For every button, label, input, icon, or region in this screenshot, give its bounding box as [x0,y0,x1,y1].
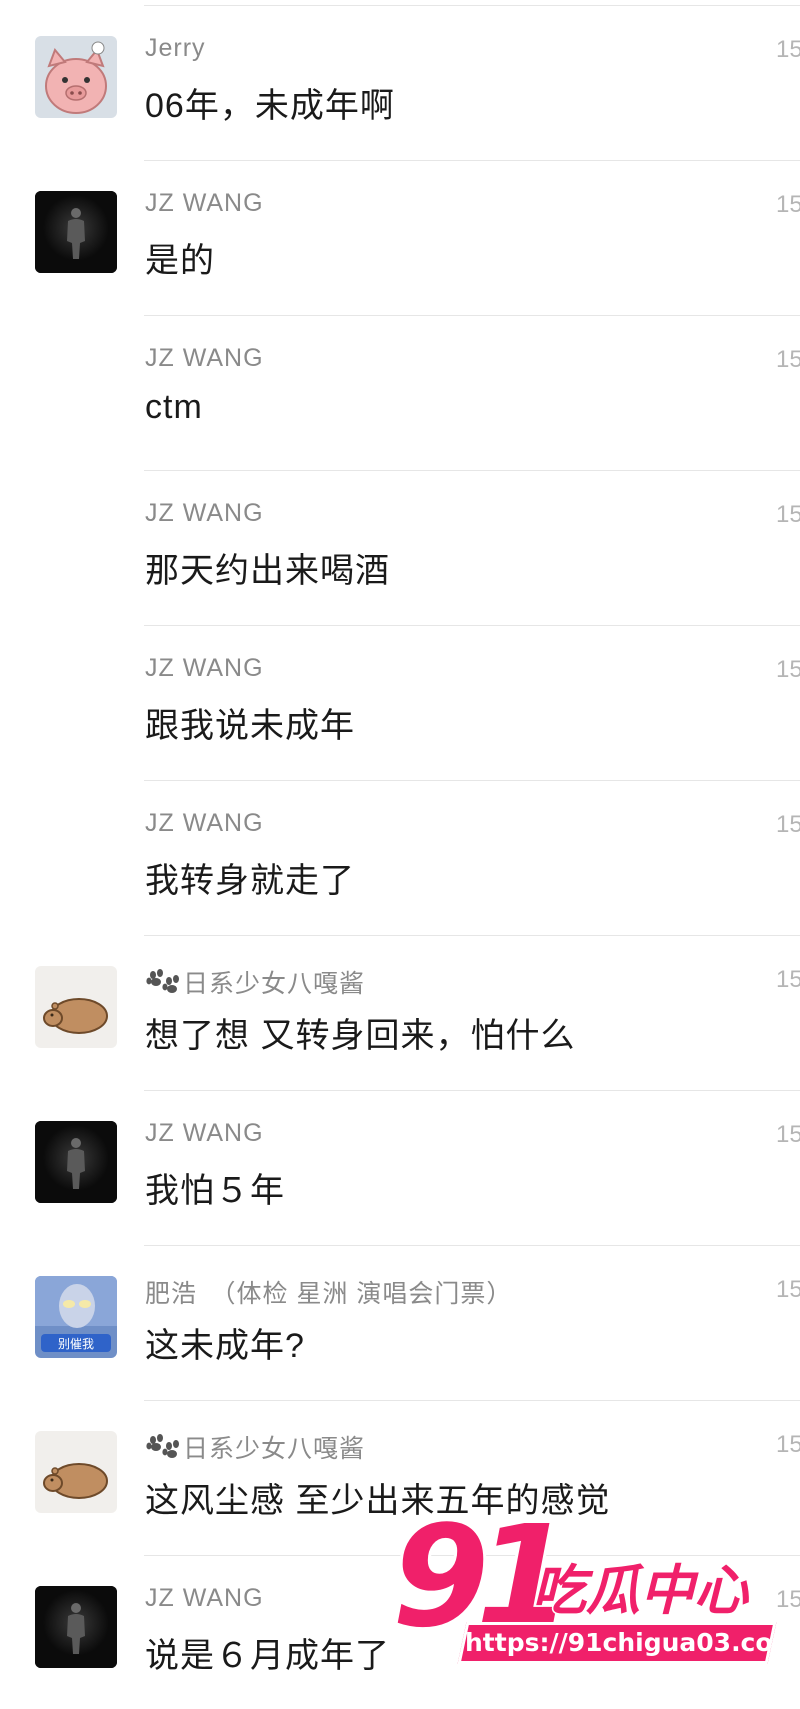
sender-name-text: 肥浩 （体检 星洲 演唱会门票） [145,1280,513,1308]
message-divider [144,470,800,471]
sender-name: Jerry [145,34,206,63]
sender-name: JZ WANG [145,499,264,528]
pig-avatar[interactable] [35,36,117,118]
sender-name: 肥浩 （体检 星洲 演唱会门票） [145,1274,512,1310]
message-row[interactable]: JZ WANG 是的 15 [0,155,800,310]
sender-name: 日系少女八嘎酱 [145,1429,365,1465]
sender-name: JZ WANG [145,344,264,373]
message-time: 15 [776,811,800,838]
capybara-avatar[interactable] [35,966,117,1048]
sender-name-text: 日系少女八嘎酱 [183,970,366,998]
sender-name-text: JZ WANG [145,189,264,217]
chat-message-list: Jerry 06年，未成年啊 15 JZ WANG 是的 15 JZ WANG ctm 15 JZ… [0,0,800,1709]
watermark-logo: 91 吃瓜中心 https://91chigua03.com [389,1505,799,1682]
svg-text:别催我: 别催我 [58,1337,94,1351]
message-divider [144,1090,800,1091]
message-row[interactable]: JZ WANG ctm 15 [0,310,800,465]
ultraman-avatar[interactable]: 别催我 [35,1276,117,1358]
message-divider [144,625,800,626]
message-row[interactable]: 日系少女八嘎酱想了想 又转身回来，怕什么 15 [0,930,800,1085]
message-row[interactable]: 别催我 肥浩 （体检 星洲 演唱会门票） 这未成年? 15 [0,1240,800,1395]
message-divider [144,1245,800,1246]
message-divider [144,780,800,781]
message-time: 15 [776,1276,800,1303]
message-time: 15 [776,1121,800,1148]
message-time: 15 [776,346,800,373]
sender-name-text: JZ WANG [145,1584,264,1612]
message-divider [144,160,800,161]
message-text: 想了想 又转身回来，怕什么 [145,1017,576,1055]
message-text: ctm [145,388,203,426]
dark-figure-avatar[interactable] [35,191,117,273]
message-time: 15 [776,501,800,528]
message-text: 说是６月成年了 [145,1637,390,1675]
message-text: 我转身就走了 [145,862,355,900]
message-text: 那天约出来喝酒 [145,552,390,590]
message-row[interactable]: Jerry 06年，未成年啊 15 [0,0,800,155]
sender-name: JZ WANG [145,189,264,218]
message-time: 15 [776,656,800,683]
sender-name: JZ WANG [145,654,264,683]
sender-name: JZ WANG [145,1584,264,1613]
message-divider [144,315,800,316]
message-divider [144,1400,800,1401]
message-text: 我怕５年 [145,1172,285,1210]
sender-name-text: 日系少女八嘎酱 [183,1435,366,1463]
message-time: 15 [776,966,800,993]
dark-figure-avatar[interactable] [35,1586,117,1668]
message-row[interactable]: JZ WANG 我怕５年 15 [0,1085,800,1240]
message-text: 这未成年? [145,1327,305,1365]
message-time: 15 [776,1586,800,1613]
message-text: 06年，未成年啊 [145,87,395,125]
paw-icon [145,1434,181,1460]
message-divider [144,5,800,6]
sender-name-text: JZ WANG [145,809,264,837]
message-row[interactable]: JZ WANG 那天约出来喝酒 15 [0,465,800,620]
sender-name-text: JZ WANG [145,499,264,527]
sender-name: JZ WANG [145,1119,264,1148]
message-time: 15 [776,191,800,218]
watermark-url-banner: https://91chigua03.com [457,1622,799,1664]
sender-name-text: JZ WANG [145,654,264,682]
watermark-url: https://91chigua03.com [465,1628,799,1657]
message-time: 15 [776,1431,800,1458]
capybara-avatar[interactable] [35,1431,117,1513]
message-row[interactable]: JZ WANG 跟我说未成年 15 [0,620,800,775]
message-time: 15 [776,36,800,63]
sender-name-text: JZ WANG [145,344,264,372]
watermark-title: 吃瓜中心 [531,1560,750,1623]
sender-name: 日系少女八嘎酱 [145,964,365,1000]
sender-name-text: Jerry [145,34,206,62]
paw-icon [145,969,181,995]
dark-figure-avatar[interactable] [35,1121,117,1203]
message-divider [144,935,800,936]
message-text: 是的 [145,242,215,280]
message-text: 跟我说未成年 [145,707,355,745]
message-row[interactable]: JZ WANG 我转身就走了 15 [0,775,800,930]
sender-name-text: JZ WANG [145,1119,264,1147]
sender-name: JZ WANG [145,809,264,838]
